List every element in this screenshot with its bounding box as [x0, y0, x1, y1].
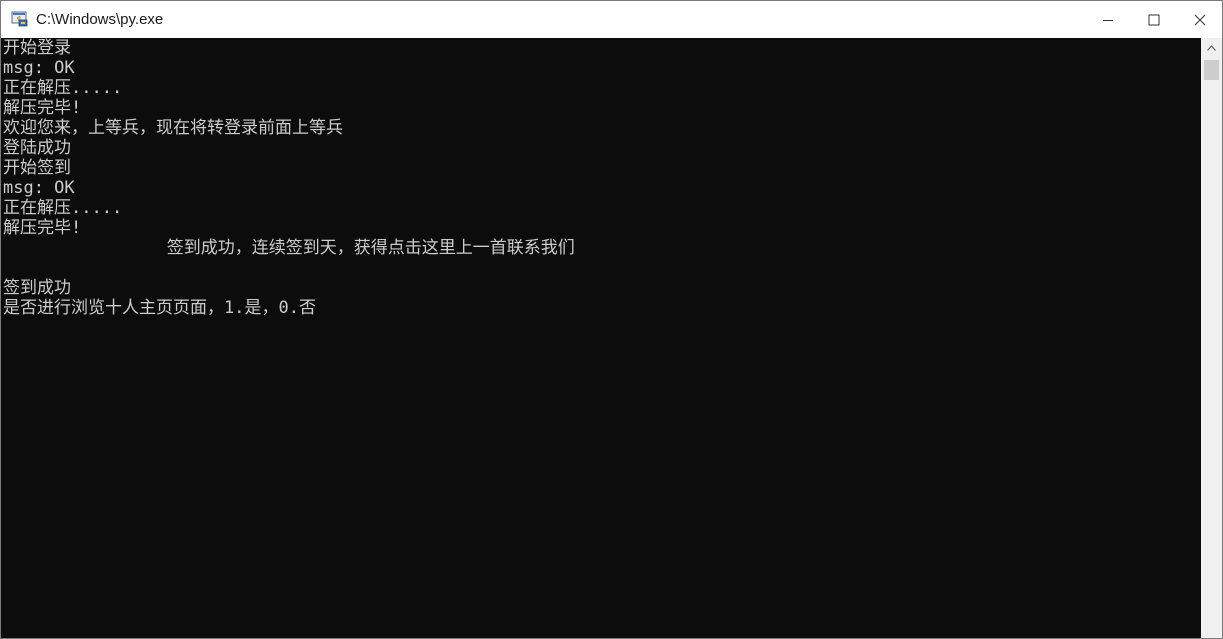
console-line: 签到成功，连续签到天，获得点击这里上一首联系我们	[3, 238, 575, 258]
python-console-icon	[11, 10, 29, 28]
maximize-button[interactable]	[1131, 1, 1177, 38]
console-line: 开始签到	[3, 158, 71, 178]
close-icon	[1194, 14, 1206, 25]
window-title: C:\Windows\py.exe	[36, 11, 164, 28]
console-line: 解压完毕!	[3, 218, 82, 238]
console-line: 解压完毕!	[3, 98, 82, 118]
console-line: msg: OK	[3, 178, 75, 198]
title-bar[interactable]: C:\Windows\py.exe	[1, 1, 1222, 38]
close-button[interactable]	[1177, 1, 1223, 38]
console-line: 登陆成功	[3, 138, 71, 158]
console-line: msg: OK	[3, 58, 75, 78]
minimize-button[interactable]	[1085, 1, 1131, 38]
vertical-scrollbar[interactable]	[1201, 38, 1222, 638]
chevron-up-icon	[1207, 45, 1216, 51]
console-window: C:\Windows\py.exe 开始登录 msg: OK 正在解压.....…	[0, 0, 1223, 639]
maximize-icon	[1148, 14, 1160, 25]
console-line: 签到成功	[3, 278, 71, 298]
console-output[interactable]: 开始登录 msg: OK 正在解压..... 解压完毕! 欢迎您来，上等兵，现在…	[1, 38, 1201, 638]
scroll-up-button[interactable]	[1201, 38, 1222, 58]
console-line: 是否进行浏览十人主页页面，1.是，0.否	[3, 298, 316, 318]
scrollbar-thumb[interactable]	[1204, 60, 1219, 80]
console-line: 欢迎您来，上等兵，现在将转登录前面上等兵	[3, 118, 343, 138]
console-line: 正在解压.....	[3, 198, 123, 218]
console-line: 正在解压.....	[3, 78, 123, 98]
console-line: 开始登录	[3, 38, 71, 58]
minimize-icon	[1103, 19, 1113, 21]
